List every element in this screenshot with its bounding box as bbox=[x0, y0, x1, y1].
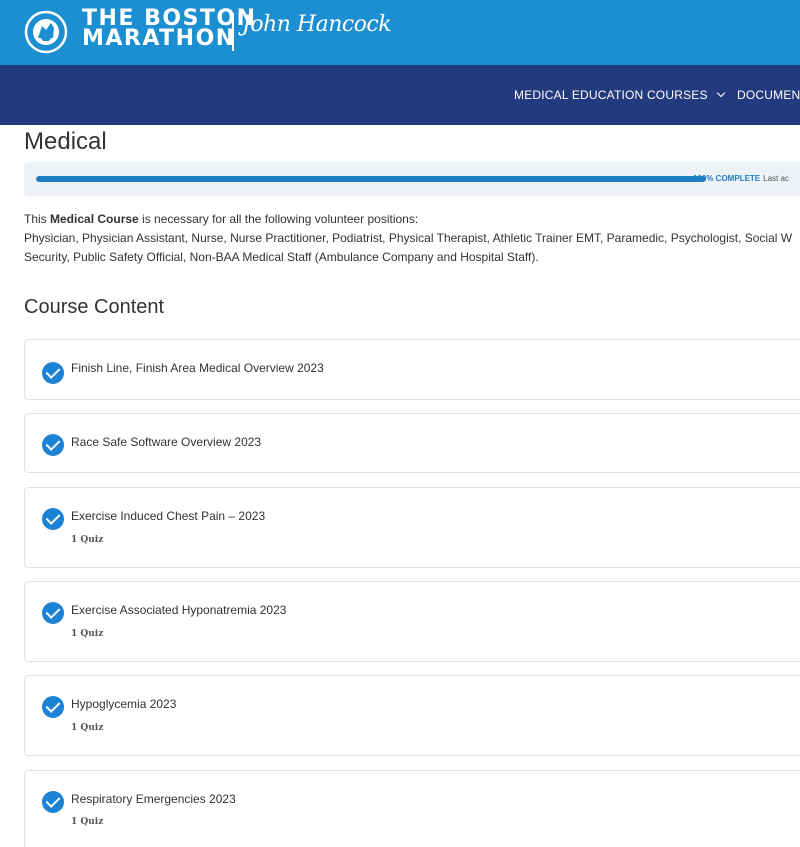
lesson-title[interactable]: Exercise Associated Hyponatremia 2023 bbox=[71, 603, 286, 617]
check-circle-icon bbox=[42, 791, 64, 813]
progress-bar bbox=[36, 176, 706, 182]
main-nav: MEDICAL EDUCATION COURSES DOCUMENT bbox=[0, 65, 800, 125]
intro-prefix: This bbox=[24, 212, 51, 226]
check-circle-icon bbox=[42, 434, 64, 456]
lesson-title[interactable]: Hypoglycemia 2023 bbox=[71, 697, 176, 711]
nav-item-label: MEDICAL EDUCATION COURSES bbox=[514, 88, 708, 102]
last-activity-label: Last ac bbox=[763, 174, 789, 183]
nav-item-documents[interactable]: DOCUMENT bbox=[737, 65, 800, 125]
course-description: This Medical Course is necessary for all… bbox=[24, 210, 800, 267]
quiz-count: 1 Quiz bbox=[71, 723, 104, 733]
nav-item-label: DOCUMENT bbox=[737, 88, 800, 102]
course-content-heading: Course Content bbox=[24, 296, 165, 318]
lesson-item[interactable]: Finish Line, Finish Area Medical Overvie… bbox=[24, 339, 800, 400]
quiz-count: 1 Quiz bbox=[71, 535, 104, 545]
check-circle-icon bbox=[42, 696, 64, 718]
nav-item-medical-education-courses[interactable]: MEDICAL EDUCATION COURSES bbox=[514, 65, 725, 125]
quiz-count: 1 Quiz bbox=[71, 629, 104, 639]
check-circle-icon bbox=[42, 602, 64, 624]
brand-line-2: MARATHON bbox=[82, 26, 236, 51]
logo-divider bbox=[232, 13, 234, 51]
lesson-item[interactable]: Respiratory Emergencies 2023 1 Quiz bbox=[24, 770, 800, 847]
progress-fill bbox=[36, 176, 706, 182]
chevron-down-icon bbox=[716, 88, 725, 98]
intro-suffix: is necessary for all the following volun… bbox=[138, 212, 419, 226]
lesson-title[interactable]: Finish Line, Finish Area Medical Overvie… bbox=[71, 361, 324, 375]
check-circle-icon bbox=[42, 508, 64, 530]
course-progress: 100% COMPLETE Last ac bbox=[24, 162, 800, 196]
intro-course-name: Medical Course bbox=[50, 212, 139, 226]
intro-line: This Medical Course is necessary for all… bbox=[24, 210, 800, 229]
quiz-count: 1 Quiz bbox=[71, 817, 104, 827]
lesson-item[interactable]: Exercise Induced Chest Pain – 2023 1 Qui… bbox=[24, 487, 800, 568]
lesson-item[interactable]: Hypoglycemia 2023 1 Quiz bbox=[24, 675, 800, 756]
lesson-title[interactable]: Respiratory Emergencies 2023 bbox=[71, 792, 236, 806]
lesson-title[interactable]: Race Safe Software Overview 2023 bbox=[71, 435, 261, 449]
lesson-item[interactable]: Exercise Associated Hyponatremia 2023 1 … bbox=[24, 581, 800, 662]
progress-status: 100% COMPLETE Last ac bbox=[693, 174, 789, 183]
brand-wordmark[interactable]: THE BOSTON MARATHON bbox=[82, 8, 257, 51]
brand-header: THE BOSTON MARATHON John Hancock bbox=[0, 0, 800, 65]
page-title: Medical bbox=[24, 128, 107, 155]
baa-seal-logo[interactable] bbox=[24, 10, 76, 54]
positions-line-2: Security, Public Safety Official, Non-BA… bbox=[24, 250, 539, 264]
check-circle-icon bbox=[42, 362, 64, 384]
lesson-title[interactable]: Exercise Induced Chest Pain – 2023 bbox=[71, 509, 265, 523]
lesson-item[interactable]: Race Safe Software Overview 2023 bbox=[24, 413, 800, 473]
progress-percent-label: 100% COMPLETE bbox=[693, 174, 761, 183]
positions-line-1: Physician, Physician Assistant, Nurse, N… bbox=[24, 231, 793, 245]
sponsor-logo[interactable]: John Hancock bbox=[242, 12, 392, 37]
